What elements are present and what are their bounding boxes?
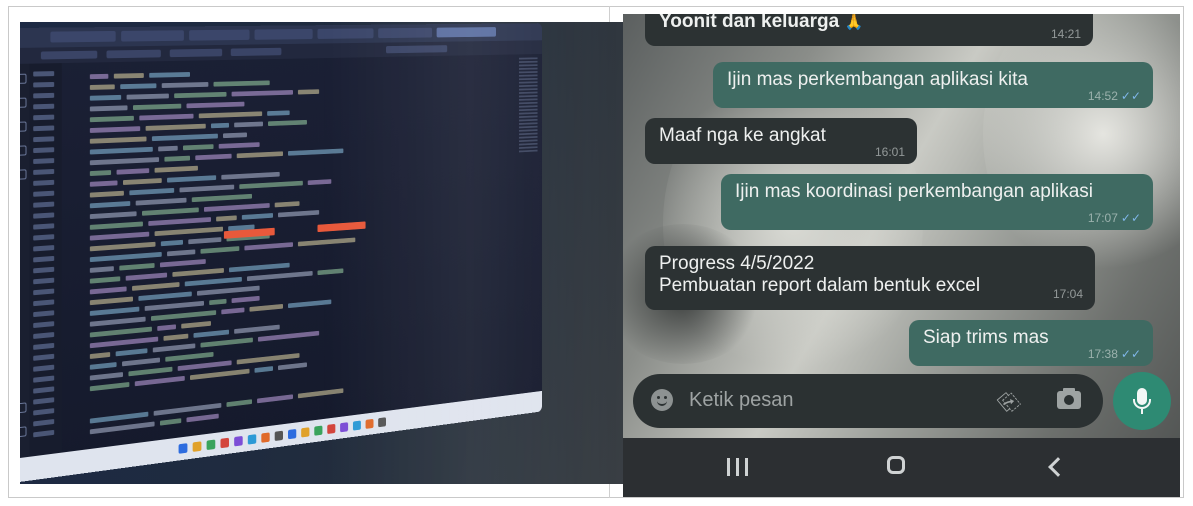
message-input[interactable]: Ketik pesan — [689, 389, 794, 412]
message-bubble-incoming: Yoonit dan keluarga 🙏 14:21 — [645, 14, 1093, 46]
voice-record-button[interactable] — [1113, 372, 1171, 430]
highlighted-code-selection — [317, 221, 366, 233]
message-text: Maaf nga ke angkat — [659, 125, 826, 146]
message-time: 14:21 — [1050, 27, 1081, 41]
message-text: Yoonit dan keluarga — [659, 14, 840, 32]
message-text: Ijin mas koordinasi perkembangan aplikas… — [735, 181, 1094, 202]
code-area — [67, 58, 513, 446]
message-bubble-outgoing: Ijin mas perkembangan aplikasi kita 14:5… — [713, 62, 1153, 108]
activity-bar — [20, 63, 30, 460]
read-ticks-icon: ✓✓ — [1120, 347, 1141, 361]
read-ticks-icon: ✓✓ — [1120, 211, 1141, 225]
message-line: Pembuatan report dalam bentuk excel — [659, 275, 981, 296]
emoji-icon[interactable] — [651, 389, 673, 411]
message-text: Siap trims mas — [923, 327, 1049, 348]
message-bubble-outgoing: Siap trims mas 17:38 ✓✓ — [909, 320, 1153, 366]
code-editor-photo — [20, 22, 626, 484]
message-bubble-outgoing: Ijin mas koordinasi perkembangan aplikas… — [721, 174, 1153, 230]
monitor-screen — [20, 23, 542, 484]
message-text: Ijin mas perkembangan aplikasi kita — [727, 69, 1028, 90]
back-button[interactable] — [1039, 452, 1079, 482]
minimap — [519, 57, 538, 153]
message-time: 17:38 — [1087, 347, 1118, 361]
android-nav-bar — [623, 438, 1180, 497]
recent-apps-button[interactable] — [719, 452, 759, 482]
message-time: 17:04 — [1052, 287, 1083, 301]
line-number-gutter — [29, 63, 62, 457]
read-ticks-icon: ✓✓ — [1120, 89, 1141, 103]
message-line: Progress 4/5/2022 — [659, 253, 815, 274]
message-time: 14:52 — [1087, 89, 1118, 103]
paperclip-icon[interactable]: ⎘ — [994, 384, 1026, 417]
message-time: 16:01 — [874, 145, 905, 159]
message-bubble-incoming: Progress 4/5/2022 Pembuatan report dalam… — [645, 246, 1095, 310]
message-bubble-incoming: Maaf nga ke angkat 16:01 — [645, 118, 917, 164]
message-time: 17:07 — [1087, 211, 1118, 225]
message-input-bar[interactable]: Ketik pesan ⎘ — [633, 374, 1103, 428]
pray-emoji: 🙏 — [844, 14, 864, 31]
camera-icon[interactable] — [1057, 388, 1081, 409]
home-button[interactable] — [879, 452, 919, 482]
whatsapp-chat-photo: Yoonit dan keluarga 🙏 14:21 Ijin mas per… — [623, 14, 1180, 497]
